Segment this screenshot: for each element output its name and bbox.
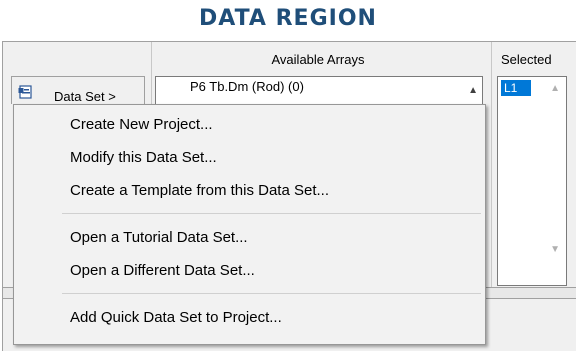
menu-item-add-quick-data-set[interactable]: Add Quick Data Set to Project... bbox=[70, 303, 282, 333]
region-title: DATA REGION bbox=[199, 6, 377, 31]
column-divider bbox=[491, 42, 492, 287]
selected-arrays-list[interactable]: L1 ▲ ▼ bbox=[497, 76, 567, 286]
chevron-up-icon[interactable]: ▲ bbox=[468, 85, 478, 96]
dataset-context-menu: Create New Project... Modify this Data S… bbox=[13, 104, 486, 345]
chevron-down-icon[interactable]: ▼ bbox=[550, 244, 560, 255]
menu-item-modify-data-set[interactable]: Modify this Data Set... bbox=[70, 143, 217, 173]
menu-separator bbox=[62, 213, 481, 214]
dataset-button-label: Data Set > bbox=[54, 89, 116, 104]
selected-list-item[interactable]: L1 bbox=[501, 80, 531, 96]
menu-item-open-different[interactable]: Open a Different Data Set... bbox=[70, 256, 255, 286]
list-item[interactable]: P6 Tb.Dm (Rod) (0) bbox=[190, 79, 304, 94]
menu-item-create-new-project[interactable]: Create New Project... bbox=[70, 110, 213, 140]
available-arrays-header: Available Arrays bbox=[271, 52, 365, 67]
selected-header: Selected bbox=[501, 52, 552, 67]
chevron-up-icon[interactable]: ▲ bbox=[550, 83, 560, 94]
dataset-icon bbox=[18, 84, 34, 100]
dataset-button[interactable]: Data Set > bbox=[11, 76, 145, 104]
menu-separator bbox=[62, 293, 481, 294]
menu-item-open-tutorial[interactable]: Open a Tutorial Data Set... bbox=[70, 223, 248, 253]
menu-item-create-template[interactable]: Create a Template from this Data Set... bbox=[70, 176, 329, 206]
